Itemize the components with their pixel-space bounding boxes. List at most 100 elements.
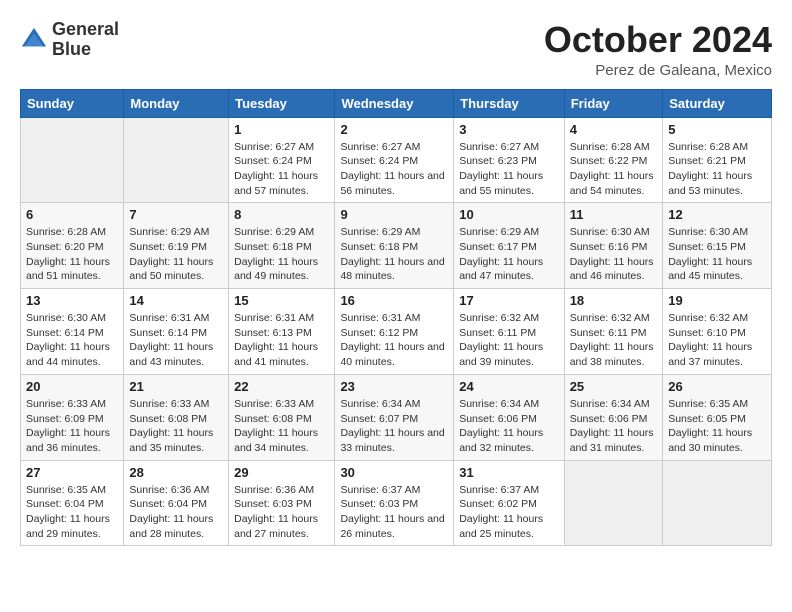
day-number: 10 (459, 207, 558, 222)
day-cell (564, 460, 663, 546)
day-info: Sunrise: 6:32 AM Sunset: 6:11 PM Dayligh… (570, 311, 658, 370)
day-cell: 24 Sunrise: 6:34 AM Sunset: 6:06 PM Dayli… (454, 374, 564, 460)
day-number: 11 (570, 207, 658, 222)
day-info: Sunrise: 6:29 AM Sunset: 6:17 PM Dayligh… (459, 225, 558, 284)
day-info: Sunrise: 6:28 AM Sunset: 6:22 PM Dayligh… (570, 140, 658, 199)
title-section: October 2024 Perez de Galeana, Mexico (544, 20, 772, 79)
day-cell: 3 Sunrise: 6:27 AM Sunset: 6:23 PM Daylig… (454, 117, 564, 203)
day-cell (663, 460, 772, 546)
day-number: 19 (668, 293, 766, 308)
day-number: 22 (234, 379, 329, 394)
day-info: Sunrise: 6:34 AM Sunset: 6:07 PM Dayligh… (340, 397, 448, 456)
day-info: Sunrise: 6:31 AM Sunset: 6:14 PM Dayligh… (129, 311, 223, 370)
day-number: 1 (234, 122, 329, 137)
day-info: Sunrise: 6:29 AM Sunset: 6:18 PM Dayligh… (234, 225, 329, 284)
day-info: Sunrise: 6:32 AM Sunset: 6:10 PM Dayligh… (668, 311, 766, 370)
day-cell (124, 117, 229, 203)
day-info: Sunrise: 6:35 AM Sunset: 6:05 PM Dayligh… (668, 397, 766, 456)
day-number: 12 (668, 207, 766, 222)
day-cell: 28Sunrise: 6:36 AM Sunset: 6:04 PM Dayli… (124, 460, 229, 546)
day-number: 4 (570, 122, 658, 137)
day-info: Sunrise: 6:36 AM Sunset: 6:03 PM Dayligh… (234, 483, 329, 542)
day-cell: 18 Sunrise: 6:32 AM Sunset: 6:11 PM Dayli… (564, 289, 663, 375)
day-number: 28 (129, 465, 223, 480)
day-number: 25 (570, 379, 658, 394)
header-day-tuesday: Tuesday (229, 89, 335, 117)
month-title: October 2024 (544, 20, 772, 60)
week-row-2: 6 Sunrise: 6:28 AM Sunset: 6:20 PM Daylig… (21, 203, 772, 289)
day-number: 23 (340, 379, 448, 394)
day-number: 21 (129, 379, 223, 394)
day-number: 26 (668, 379, 766, 394)
calendar-table: SundayMondayTuesdayWednesdayThursdayFrid… (20, 89, 772, 547)
day-number: 3 (459, 122, 558, 137)
day-cell: 5 Sunrise: 6:28 AM Sunset: 6:21 PM Daylig… (663, 117, 772, 203)
day-info: Sunrise: 6:27 AM Sunset: 6:23 PM Dayligh… (459, 140, 558, 199)
day-cell: 22 Sunrise: 6:33 AM Sunset: 6:08 PM Dayli… (229, 374, 335, 460)
location: Perez de Galeana, Mexico (544, 62, 772, 79)
day-cell: 27 Sunrise: 6:35 AM Sunset: 6:04 PM Dayli… (21, 460, 124, 546)
day-cell: 11Sunrise: 6:30 AM Sunset: 6:16 PM Dayli… (564, 203, 663, 289)
header-day-thursday: Thursday (454, 89, 564, 117)
day-info: Sunrise: 6:31 AM Sunset: 6:12 PM Dayligh… (340, 311, 448, 370)
header-day-friday: Friday (564, 89, 663, 117)
day-cell: 19 Sunrise: 6:32 AM Sunset: 6:10 PM Dayli… (663, 289, 772, 375)
week-row-3: 13 Sunrise: 6:30 AM Sunset: 6:14 PM Dayli… (21, 289, 772, 375)
page-header: General Blue October 2024 Perez de Galea… (20, 20, 772, 79)
day-info: Sunrise: 6:30 AM Sunset: 6:15 PM Dayligh… (668, 225, 766, 284)
day-number: 5 (668, 122, 766, 137)
day-cell: 16 Sunrise: 6:31 AM Sunset: 6:12 PM Dayli… (335, 289, 454, 375)
day-info: Sunrise: 6:33 AM Sunset: 6:09 PM Dayligh… (26, 397, 118, 456)
day-info: Sunrise: 6:37 AM Sunset: 6:03 PM Dayligh… (340, 483, 448, 542)
day-info: Sunrise: 6:27 AM Sunset: 6:24 PM Dayligh… (234, 140, 329, 199)
day-number: 14 (129, 293, 223, 308)
day-number: 30 (340, 465, 448, 480)
day-number: 7 (129, 207, 223, 222)
logo-icon (20, 26, 48, 54)
day-info: Sunrise: 6:33 AM Sunset: 6:08 PM Dayligh… (234, 397, 329, 456)
calendar-body: 1 Sunrise: 6:27 AM Sunset: 6:24 PM Daylig… (21, 117, 772, 546)
day-number: 17 (459, 293, 558, 308)
day-cell: 31Sunrise: 6:37 AM Sunset: 6:02 PM Dayli… (454, 460, 564, 546)
day-info: Sunrise: 6:35 AM Sunset: 6:04 PM Dayligh… (26, 483, 118, 542)
day-cell: 13 Sunrise: 6:30 AM Sunset: 6:14 PM Dayli… (21, 289, 124, 375)
day-cell: 15Sunrise: 6:31 AM Sunset: 6:13 PM Dayli… (229, 289, 335, 375)
day-number: 27 (26, 465, 118, 480)
day-cell: 20Sunrise: 6:33 AM Sunset: 6:09 PM Dayli… (21, 374, 124, 460)
day-info: Sunrise: 6:34 AM Sunset: 6:06 PM Dayligh… (570, 397, 658, 456)
day-number: 6 (26, 207, 118, 222)
day-cell (21, 117, 124, 203)
day-info: Sunrise: 6:28 AM Sunset: 6:21 PM Dayligh… (668, 140, 766, 199)
day-info: Sunrise: 6:32 AM Sunset: 6:11 PM Dayligh… (459, 311, 558, 370)
day-cell: 4 Sunrise: 6:28 AM Sunset: 6:22 PM Daylig… (564, 117, 663, 203)
day-number: 24 (459, 379, 558, 394)
day-number: 31 (459, 465, 558, 480)
header-day-saturday: Saturday (663, 89, 772, 117)
logo: General Blue (20, 20, 119, 60)
header-day-monday: Monday (124, 89, 229, 117)
day-cell: 25 Sunrise: 6:34 AM Sunset: 6:06 PM Dayli… (564, 374, 663, 460)
day-number: 18 (570, 293, 658, 308)
day-number: 13 (26, 293, 118, 308)
day-info: Sunrise: 6:31 AM Sunset: 6:13 PM Dayligh… (234, 311, 329, 370)
day-info: Sunrise: 6:28 AM Sunset: 6:20 PM Dayligh… (26, 225, 118, 284)
day-cell: 29 Sunrise: 6:36 AM Sunset: 6:03 PM Dayli… (229, 460, 335, 546)
week-row-4: 20Sunrise: 6:33 AM Sunset: 6:09 PM Dayli… (21, 374, 772, 460)
day-cell: 6 Sunrise: 6:28 AM Sunset: 6:20 PM Daylig… (21, 203, 124, 289)
day-number: 29 (234, 465, 329, 480)
header-day-sunday: Sunday (21, 89, 124, 117)
day-info: Sunrise: 6:30 AM Sunset: 6:14 PM Dayligh… (26, 311, 118, 370)
day-number: 16 (340, 293, 448, 308)
day-cell: 26 Sunrise: 6:35 AM Sunset: 6:05 PM Dayli… (663, 374, 772, 460)
day-info: Sunrise: 6:29 AM Sunset: 6:18 PM Dayligh… (340, 225, 448, 284)
week-row-5: 27 Sunrise: 6:35 AM Sunset: 6:04 PM Dayli… (21, 460, 772, 546)
day-cell: 23 Sunrise: 6:34 AM Sunset: 6:07 PM Dayli… (335, 374, 454, 460)
day-number: 9 (340, 207, 448, 222)
day-info: Sunrise: 6:34 AM Sunset: 6:06 PM Dayligh… (459, 397, 558, 456)
day-number: 8 (234, 207, 329, 222)
day-cell: 17 Sunrise: 6:32 AM Sunset: 6:11 PM Dayli… (454, 289, 564, 375)
header-row: SundayMondayTuesdayWednesdayThursdayFrid… (21, 89, 772, 117)
day-cell: 7 Sunrise: 6:29 AM Sunset: 6:19 PM Daylig… (124, 203, 229, 289)
day-info: Sunrise: 6:29 AM Sunset: 6:19 PM Dayligh… (129, 225, 223, 284)
day-cell: 2Sunrise: 6:27 AM Sunset: 6:24 PM Daylig… (335, 117, 454, 203)
